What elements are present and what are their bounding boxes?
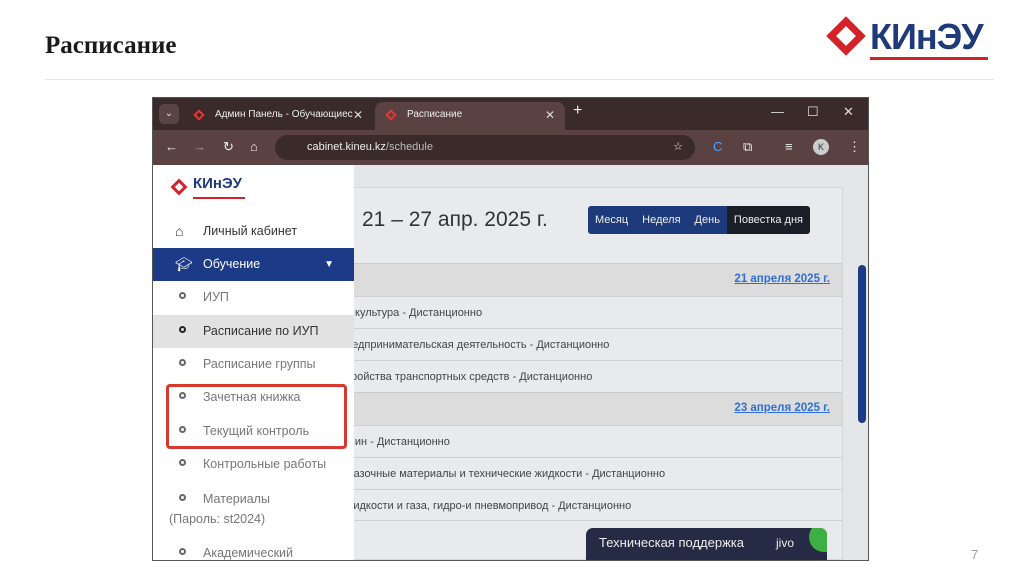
tab-label: Расписание	[407, 109, 463, 120]
close-window-button[interactable]: ✕	[843, 104, 854, 120]
event-row[interactable]: я культура - Дистанционно	[346, 296, 842, 328]
home-icon: ⌂	[175, 223, 184, 239]
chevron-down-icon: ▼	[324, 259, 334, 270]
event-row[interactable]: тройства транспортных средств - Дистанци…	[346, 360, 842, 392]
site-icon	[385, 109, 397, 121]
close-tab-icon[interactable]: ✕	[545, 102, 555, 128]
tab-search-button[interactable]: ⌄	[159, 104, 179, 124]
view-month-button[interactable]: Месяц	[588, 206, 636, 234]
new-tab-button[interactable]: +	[573, 102, 582, 120]
event-row[interactable]: мазочные материалы и технические жидкост…	[346, 457, 842, 489]
forward-icon[interactable]: →	[193, 139, 206, 154]
browser-window: ⌄ Админ Панель - Обучающиес ✕ Расписание ✕…	[152, 97, 869, 561]
view-agenda-button[interactable]: Повестка дня	[726, 206, 810, 234]
site-icon	[193, 109, 205, 121]
event-row[interactable]: жидкости и газа, гидро-и пневмопривод - …	[346, 489, 842, 521]
extensions-puzzle-icon[interactable]: ⧉	[743, 139, 752, 155]
minimize-button[interactable]: —	[771, 104, 784, 119]
view-day-button[interactable]: День	[687, 206, 727, 234]
sidebar-subitem-materials[interactable]: Материалы (Пароль: st2024)	[153, 483, 354, 527]
url-host: cabinet.kineu.kz	[307, 141, 386, 153]
page-number: 7	[971, 547, 979, 562]
view-week-button[interactable]: Неделя	[635, 206, 688, 234]
home-icon[interactable]: ⌂	[250, 139, 258, 154]
sidebar-subitem-tests[interactable]: Контрольные работы	[153, 448, 354, 481]
extension-icon[interactable]: C	[713, 139, 722, 154]
close-tab-icon[interactable]: ✕	[353, 102, 363, 128]
sidebar-item-personal-cabinet[interactable]: ⌂ Личный кабинет	[153, 215, 354, 248]
maximize-button[interactable]: ☐	[807, 104, 819, 120]
sidebar-subitem-group-schedule[interactable]: Расписание группы	[153, 348, 354, 381]
menu-icon[interactable]: ⋮	[848, 139, 861, 155]
sidebar-subitem-iup-schedule[interactable]: Расписание по ИУП	[153, 315, 354, 348]
url-path: /schedule	[385, 141, 433, 153]
online-indicator-icon	[809, 528, 827, 552]
materials-password: (Пароль: st2024)	[169, 512, 266, 526]
sidebar-item-education[interactable]: 🎓︎ Обучение ▼	[153, 248, 354, 281]
sidebar-subitem-academic[interactable]: Академический	[153, 537, 354, 560]
date-header: 23 апреля 2025 г.	[346, 392, 842, 425]
highlight-annotation	[166, 384, 347, 449]
date-link[interactable]: 21 апреля 2025 г.	[734, 273, 830, 285]
event-row[interactable]: шин - Дистанционно	[346, 425, 842, 457]
back-icon[interactable]: ←	[165, 139, 178, 154]
tab-schedule[interactable]: Расписание ✕	[375, 102, 565, 130]
event-row[interactable]: редпринимательская деятельность - Дистан…	[346, 328, 842, 360]
sidebar-subitem-iup[interactable]: ИУП	[153, 281, 354, 314]
support-chat-widget[interactable]: Техническая поддержка jivo	[586, 528, 827, 560]
kineu-logo: КИнЭУ	[826, 14, 993, 64]
url-bar[interactable]: cabinet.kineu.kz/schedule ☆	[275, 135, 695, 160]
schedule-panel: 21 – 27 апр. 2025 г. Месяц Неделя День П…	[345, 187, 843, 560]
date-range: 21 – 27 апр. 2025 г.	[362, 208, 548, 231]
bookmark-star-icon[interactable]: ☆	[673, 135, 683, 160]
tab-admin-panel[interactable]: Админ Панель - Обучающиес ✕	[183, 102, 373, 130]
reload-icon[interactable]: ↻	[223, 139, 234, 155]
sidebar: КИнЭУ ⌂ Личный кабинет 🎓︎ Обучение ▼ ИУП Ра…	[153, 165, 354, 560]
support-label: Техническая поддержка	[599, 535, 744, 550]
tab-bar: ⌄ Админ Панель - Обучающиес ✕ Расписание ✕…	[153, 98, 868, 130]
date-header: 21 апреля 2025 г.	[346, 263, 842, 296]
tab-label: Админ Панель - Обучающиес	[215, 109, 353, 120]
profile-avatar[interactable]: K	[813, 139, 829, 155]
address-toolbar: ← → ↻ ⌂ cabinet.kineu.kz/schedule ☆ C ⧉ ≡…	[153, 130, 868, 165]
media-control-icon[interactable]: ≡	[785, 139, 793, 154]
view-switcher: Месяц Неделя День Повестка дня	[588, 206, 810, 234]
graduation-cap-icon: 🎓︎	[175, 256, 193, 272]
slide-title: Расписание	[45, 32, 177, 59]
divider	[45, 79, 994, 80]
scrollbar-thumb[interactable]	[858, 265, 866, 423]
date-link[interactable]: 23 апреля 2025 г.	[734, 402, 830, 414]
jivo-brand: jivo	[776, 536, 795, 550]
